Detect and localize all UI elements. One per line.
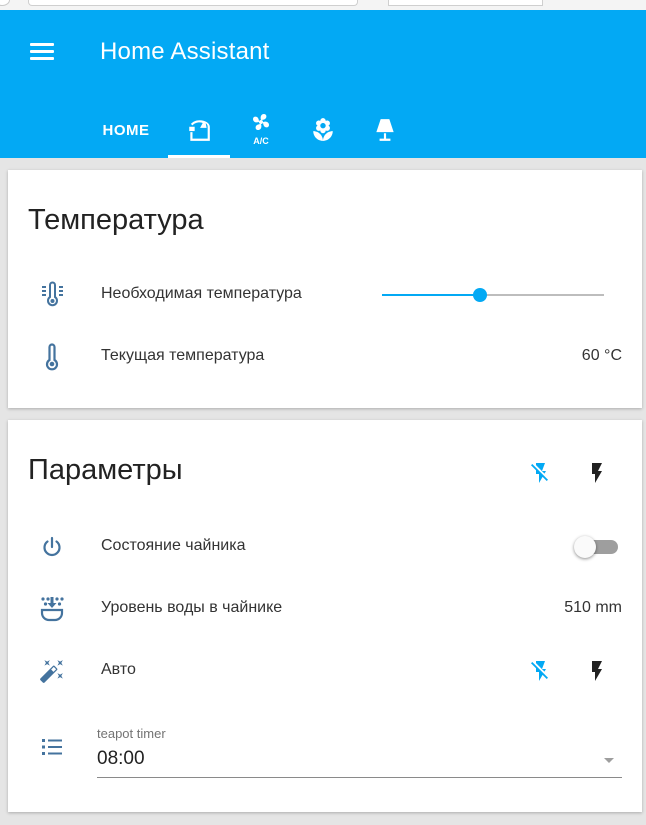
slider-thumb[interactable] — [472, 288, 487, 302]
kettle-state-toggle[interactable] — [574, 536, 620, 558]
row-label-target-temperature: Необходимая температура — [101, 285, 302, 302]
kettle-icon — [189, 120, 210, 141]
tab-lamp[interactable] — [362, 102, 408, 158]
card-title-parameters: Параметры — [28, 454, 183, 486]
chevron-down-icon[interactable] — [604, 758, 614, 763]
water-level-value: 510 mm — [564, 599, 622, 616]
slider-track-fill — [382, 294, 480, 296]
browser-tab-edge — [0, 0, 10, 6]
app-title: Home Assistant — [100, 38, 270, 65]
menu-icon[interactable] — [30, 43, 54, 63]
auto-fix-icon — [36, 656, 68, 686]
card-title-temperature: Температура — [28, 204, 204, 236]
select-value: 08:00 — [97, 748, 145, 769]
format-list-bulleted-icon — [36, 732, 68, 762]
active-tab-indicator — [168, 155, 230, 158]
row-label-current-temperature: Текущая температура — [101, 347, 265, 364]
air-conditioner-icon: A/C — [253, 114, 269, 146]
row-target-temperature: Необходимая температура — [8, 274, 642, 314]
browser-search-bar[interactable] — [388, 0, 543, 6]
select-label: teapot timer — [97, 726, 166, 741]
row-label-water-level: Уровень воды в чайнике — [101, 599, 283, 616]
flash-off-icon — [531, 463, 548, 483]
card-temperature: Температура Необходимая температура Теку… — [8, 170, 642, 408]
flash-off-icon — [531, 661, 548, 681]
header-flash-button[interactable] — [582, 458, 612, 488]
tab-home[interactable]: HOME — [88, 102, 164, 158]
row-current-temperature: Текущая температура 60 °C — [8, 336, 642, 376]
current-temperature-value: 60 °C — [581, 347, 622, 364]
auto-flash-off-button[interactable] — [526, 656, 556, 686]
thermometer-icon — [36, 342, 68, 372]
browser-address-bar[interactable] — [28, 0, 358, 6]
power-icon — [36, 532, 68, 562]
lamp-icon — [376, 119, 394, 141]
row-label-auto: Авто — [101, 661, 136, 678]
thermometer-lines-icon — [36, 280, 68, 310]
temperature-slider[interactable] — [382, 288, 604, 302]
toggle-knob — [574, 536, 596, 558]
row-label-kettle-state: Состояние чайника — [101, 537, 246, 554]
select-underline — [97, 777, 622, 778]
flash-icon — [592, 661, 602, 681]
browser-top-strip — [0, 0, 646, 10]
header-flash-off-button[interactable] — [526, 458, 556, 488]
svg-text:A/C: A/C — [253, 136, 269, 146]
flower-icon — [313, 118, 333, 141]
auto-flash-button[interactable] — [582, 656, 612, 686]
row-water-level: Уровень воды в чайнике 510 mm — [8, 588, 642, 628]
app-header: Home Assistant HOME A/C — [0, 10, 646, 158]
teapot-timer-select[interactable]: teapot timer 08:00 — [97, 726, 622, 782]
flash-icon — [592, 463, 602, 483]
water-level-icon — [36, 594, 68, 624]
row-auto: Авто — [8, 650, 642, 690]
tab-air-conditioner[interactable]: A/C — [238, 102, 284, 158]
tab-kettle[interactable] — [176, 102, 222, 158]
card-parameters: Параметры Состояние чайника Уровень воды… — [8, 420, 642, 812]
row-kettle-state: Состояние чайника — [8, 526, 642, 566]
tab-flower[interactable] — [300, 102, 346, 158]
view-tabs: HOME A/C — [88, 102, 428, 158]
